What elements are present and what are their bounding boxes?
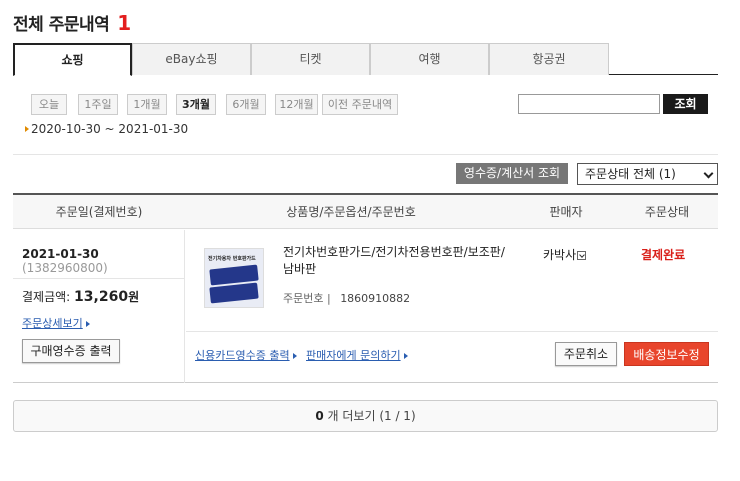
divider <box>13 278 185 279</box>
arrow-right-icon <box>292 353 297 359</box>
order-number-label: 주문번호 <box>283 292 324 305</box>
date-range: 2020-10-30 ~ 2021-01-30 <box>25 122 189 136</box>
period-today-button[interactable]: 오늘 <box>31 94 67 115</box>
tab-flight[interactable]: 항공권 <box>489 43 609 75</box>
payment-number: (1382960800) <box>22 261 108 275</box>
card-receipt-link-text: 신용카드영수증 출력 <box>195 349 290 362</box>
page-title-text: 전체 주문내역 <box>13 15 110 35</box>
header-order-date: 주문일(결제번호) <box>55 205 143 219</box>
dropdown-icon[interactable] <box>577 251 587 260</box>
date-range-text: 2020-10-30 ~ 2021-01-30 <box>31 122 189 136</box>
order-status-select[interactable]: 주문상태 전체 (1) <box>577 163 718 185</box>
order-status: 결제완료 <box>641 248 686 262</box>
load-more-button[interactable]: 0 개 더보기 (1 / 1) <box>13 400 718 432</box>
arrow-right-icon <box>85 321 90 327</box>
period-previous-orders-button[interactable]: 이전 주문내역 <box>322 94 398 115</box>
edit-shipping-button[interactable]: 배송정보수정 <box>624 342 709 366</box>
tab-shopping[interactable]: 쇼핑 <box>13 43 132 76</box>
payment-amount-unit: 원 <box>128 290 140 304</box>
payment-amount: 결제금액: 13,260원 <box>22 288 139 305</box>
more-text: 개 더보기 (1 / 1) <box>327 409 416 423</box>
orders-table: 주문일(결제번호) 상품명/주문옵션/주문번호 판매자 주문상태 2021-01… <box>13 193 718 383</box>
period-1month-button[interactable]: 1개월 <box>127 94 167 115</box>
payment-amount-label: 결제금액: <box>22 290 71 304</box>
order-detail-link-text: 주문상세보기 <box>22 317 83 330</box>
receipt-invoice-button[interactable]: 영수증/계산서 조회 <box>456 163 568 184</box>
order-number: 주문번호 | 1860910882 <box>283 292 411 305</box>
order-date: 2021-01-30 (1382960800) <box>22 247 184 275</box>
order-number-value: 1860910882 <box>340 292 411 305</box>
tab-ebay-shopping[interactable]: eBay쇼핑 <box>132 43 251 75</box>
order-detail-link[interactable]: 주문상세보기 <box>22 315 90 331</box>
header-product: 상품명/주문옵션/주문번호 <box>286 205 416 219</box>
payment-amount-value: 13,260 <box>74 289 129 305</box>
product-name[interactable]: 전기차번호판가드/전기차전용번호판/보조판/남바판 <box>283 244 513 278</box>
period-12month-button[interactable]: 12개월 <box>275 94 318 115</box>
page-title: 전체 주문내역 1 <box>13 10 131 35</box>
seller-inquiry-link-text: 판매자에게 문의하기 <box>306 349 401 362</box>
cancel-order-button[interactable]: 주문취소 <box>555 342 617 366</box>
tab-ticket[interactable]: 티켓 <box>251 43 370 75</box>
order-date-value: 2021-01-30 <box>22 247 99 261</box>
search-input[interactable] <box>518 94 660 114</box>
license-plate-image <box>209 282 259 304</box>
period-1week-button[interactable]: 1주일 <box>78 94 118 115</box>
print-receipt-button[interactable]: 구매영수증 출력 <box>22 339 120 363</box>
bullet-arrow-icon <box>25 126 29 132</box>
arrow-right-icon <box>403 353 408 359</box>
more-count: 0 <box>315 409 324 423</box>
thumbnail-caption: 전기차용차 번호판가드 <box>208 256 256 262</box>
category-tabs: 쇼핑 eBay쇼핑 티켓 여행 항공권 <box>13 43 718 76</box>
header-status: 주문상태 <box>644 205 690 219</box>
order-count: 1 <box>117 11 131 35</box>
card-receipt-link[interactable]: 신용카드영수증 출력 <box>195 347 297 363</box>
product-thumbnail[interactable]: 전기차용차 번호판가드 <box>204 248 264 308</box>
period-3month-button[interactable]: 3개월 <box>176 94 216 115</box>
status-select-value: 주문상태 전체 (1) <box>585 167 676 181</box>
tab-travel[interactable]: 여행 <box>370 43 489 75</box>
header-seller: 판매자 <box>549 205 583 219</box>
table-header: 주문일(결제번호) 상품명/주문옵션/주문번호 판매자 주문상태 <box>13 195 718 229</box>
order-summary: 2021-01-30 (1382960800) 결제금액: 13,260원 주문… <box>13 230 185 383</box>
period-6month-button[interactable]: 6개월 <box>226 94 266 115</box>
divider <box>186 331 718 332</box>
search-button[interactable]: 조회 <box>663 94 708 114</box>
divider <box>13 154 718 155</box>
seller-name: 카박사 <box>543 248 577 262</box>
seller-inquiry-link[interactable]: 판매자에게 문의하기 <box>306 347 408 363</box>
chevron-down-icon <box>703 168 714 179</box>
seller[interactable]: 카박사 <box>543 246 587 263</box>
